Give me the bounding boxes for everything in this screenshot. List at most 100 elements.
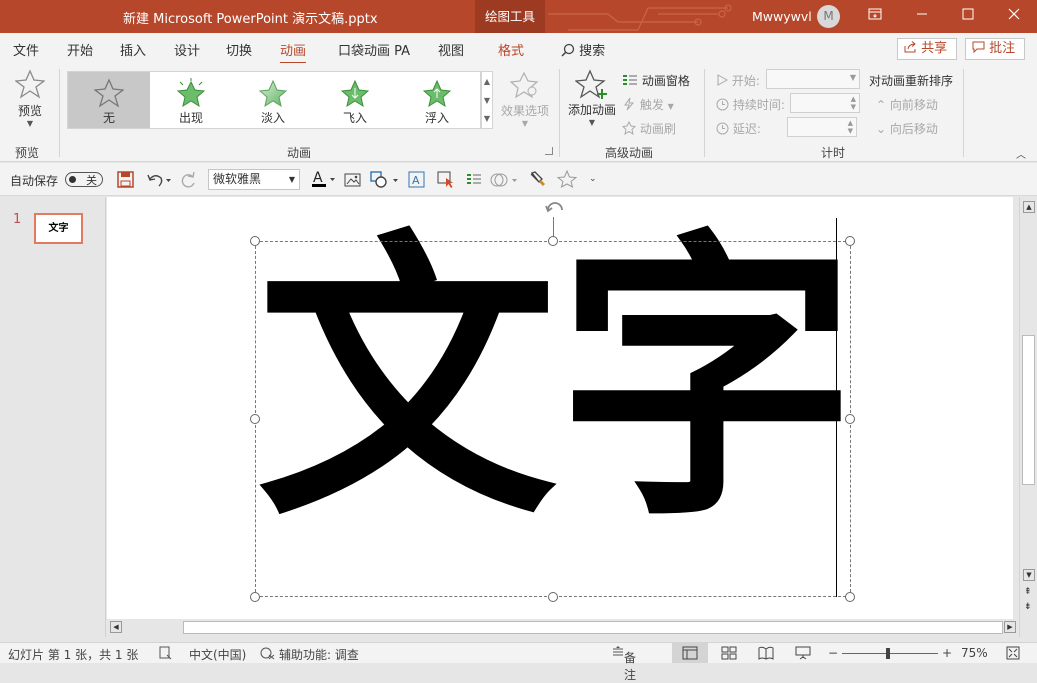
tab-file[interactable]: 文件 <box>13 40 39 59</box>
maximize-icon[interactable] <box>946 0 990 33</box>
scroll-up-icon[interactable]: ▲ <box>1023 201 1035 213</box>
search-box[interactable]: 搜索 <box>561 40 605 59</box>
slide-thumbnail[interactable]: 文字 <box>34 213 83 244</box>
accessibility-icon[interactable] <box>260 646 275 663</box>
redo-icon[interactable] <box>180 171 198 191</box>
tab-insert[interactable]: 插入 <box>120 40 146 59</box>
normal-view-icon[interactable] <box>672 643 708 663</box>
scroll-down-icon[interactable]: ▼ <box>482 91 492 110</box>
group-label-advanced: 高级动画 <box>605 146 654 160</box>
duration-input[interactable]: ▲ ▼ <box>790 93 860 113</box>
resize-handle[interactable] <box>845 592 855 602</box>
star-add-icon <box>574 69 607 99</box>
delay-input[interactable]: ▲ ▼ <box>787 117 857 137</box>
customize-toolbar-icon[interactable]: ⌄ <box>589 174 597 184</box>
start-select[interactable]: ▼ <box>766 69 860 89</box>
animation-appear[interactable]: 出现 <box>150 72 232 128</box>
collapse-ribbon-icon[interactable]: ︿ <box>1016 146 1026 161</box>
start-field-label: 开始: <box>716 72 760 89</box>
trigger-button[interactable]: 触发 ▼ <box>622 96 674 113</box>
next-slide-icon[interactable]: ⇟ <box>1024 602 1032 612</box>
scroll-right-icon[interactable]: ▶ <box>1004 621 1016 633</box>
scroll-up-icon[interactable]: ▲ <box>482 72 492 91</box>
share-button[interactable]: 共享 <box>897 38 957 60</box>
autosave-toggle[interactable]: 关 <box>65 172 103 187</box>
spinner-icon[interactable]: ▲ ▼ <box>848 119 853 135</box>
scroll-left-icon[interactable]: ◀ <box>110 621 122 633</box>
picture-icon[interactable] <box>344 171 364 191</box>
animation-pane-qat-icon[interactable] <box>465 171 483 191</box>
select-objects-icon[interactable] <box>437 171 455 191</box>
spinner-icon[interactable]: ▲ ▼ <box>851 95 856 111</box>
resize-handle[interactable] <box>250 414 260 424</box>
slideshow-icon[interactable] <box>795 646 811 663</box>
minimize-icon[interactable] <box>900 0 944 33</box>
tab-pocket-animation[interactable]: 口袋动画 PA <box>338 40 410 59</box>
resize-handle[interactable] <box>548 236 558 246</box>
tab-home[interactable]: 开始 <box>67 40 93 59</box>
zoom-level[interactable]: 75% <box>961 646 988 660</box>
shapes-icon[interactable] <box>369 170 401 192</box>
dialog-launcher-icon[interactable] <box>545 147 553 155</box>
clock-icon <box>716 98 729 111</box>
zoom-out-icon[interactable]: − <box>828 646 838 660</box>
resize-handle[interactable] <box>250 592 260 602</box>
ribbon-display-icon[interactable] <box>853 0 897 33</box>
star-preview-icon <box>14 69 46 99</box>
notes-button[interactable]: 备注 <box>612 646 636 682</box>
resize-handle[interactable] <box>845 414 855 424</box>
comment-button[interactable]: 批注 <box>965 38 1025 60</box>
font-color-icon[interactable]: A <box>311 169 337 192</box>
tab-transitions[interactable]: 切换 <box>226 40 252 59</box>
gallery-scroll[interactable]: ▲ ▼ ▼ <box>481 71 493 129</box>
user-name[interactable]: Mwwywvl <box>752 9 812 24</box>
effect-options-button[interactable]: 效果选项 ▼ <box>497 71 553 128</box>
animation-painter-button[interactable]: 动画刷 <box>621 120 676 137</box>
resize-handle[interactable] <box>250 236 260 246</box>
fit-to-window-icon[interactable] <box>1006 646 1020 663</box>
close-icon[interactable] <box>992 0 1036 33</box>
star-effect-icon[interactable] <box>556 169 578 191</box>
animation-float-in[interactable]: 浮入 <box>396 72 478 128</box>
accessibility-status[interactable]: 辅助功能: 调查 <box>279 646 359 663</box>
scroll-down-icon[interactable]: ▼ <box>1023 569 1035 581</box>
tab-animations[interactable]: 动画 <box>280 40 307 65</box>
scroll-thumb[interactable] <box>1022 335 1035 485</box>
reading-view-icon[interactable] <box>758 646 774 663</box>
scroll-thumb[interactable] <box>183 621 1003 634</box>
gallery-more-icon[interactable]: ▼ <box>482 110 492 128</box>
textbox-icon[interactable]: A <box>408 171 426 191</box>
tab-design[interactable]: 设计 <box>174 40 200 59</box>
zoom-in-icon[interactable]: + <box>942 646 952 660</box>
animation-fade[interactable]: 淡入 <box>232 72 314 128</box>
undo-icon[interactable] <box>146 171 172 191</box>
animation-fly-in[interactable]: 飞入 <box>314 72 396 128</box>
zoom-slider-knob[interactable] <box>886 648 890 659</box>
slide-canvas[interactable]: 文字 <box>107 197 1013 619</box>
slide-sorter-icon[interactable] <box>721 646 737 663</box>
resize-handle[interactable] <box>845 236 855 246</box>
tab-format[interactable]: 格式 <box>498 40 524 59</box>
move-earlier-button[interactable]: ⌃ 向前移动 <box>876 96 938 113</box>
play-icon <box>717 74 729 86</box>
zoom-slider[interactable] <box>842 648 938 659</box>
horizontal-scrollbar[interactable]: ◀ ▶ <box>107 619 1019 636</box>
format-painter-icon[interactable] <box>529 170 547 191</box>
font-select[interactable]: 微软雅黑 ▼ <box>208 169 300 190</box>
vertical-scrollbar[interactable]: ▲ ▼ ⇞ ⇟ <box>1019 197 1037 637</box>
avatar[interactable]: M <box>817 5 840 28</box>
animation-none[interactable]: 无 <box>68 72 150 128</box>
resize-handle[interactable] <box>548 592 558 602</box>
shape-fill-icon[interactable] <box>490 171 520 191</box>
animation-pane-button[interactable]: 动画窗格 <box>622 72 690 89</box>
move-later-button[interactable]: ⌄ 向后移动 <box>876 120 938 137</box>
previous-slide-icon[interactable]: ⇞ <box>1024 587 1032 597</box>
rotate-handle-icon[interactable] <box>543 198 567 221</box>
save-icon[interactable] <box>117 171 134 191</box>
comment-label: 批注 <box>989 41 1016 56</box>
spellcheck-icon[interactable] <box>158 646 172 663</box>
language[interactable]: 中文(中国) <box>189 646 246 663</box>
add-animation-button[interactable]: 添加动画 ▼ <box>566 69 618 127</box>
tab-view[interactable]: 视图 <box>438 40 464 59</box>
preview-button[interactable]: 预览 ▼ <box>12 69 48 133</box>
